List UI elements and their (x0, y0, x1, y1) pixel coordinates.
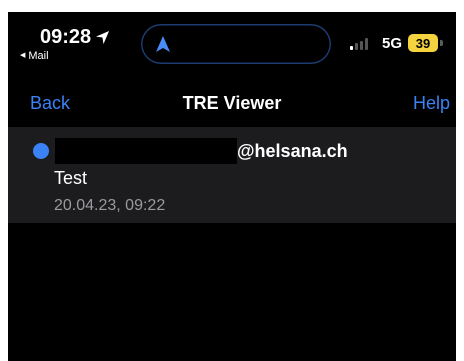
sender: @helsana.ch (55, 138, 348, 164)
message-subject: Test (54, 168, 88, 188)
signal-bars-icon (350, 38, 368, 50)
unread-dot-icon (33, 143, 49, 159)
back-triangle-icon: ◀ (20, 52, 26, 59)
message-list-item[interactable]: @helsana.ch Test 20.04.23, 09:22 (8, 127, 456, 223)
phone-screen: 09:28 ◀ Mail 5G 39 Back TRE Viewer Help … (8, 12, 456, 361)
sender-domain: @helsana.ch (237, 140, 348, 161)
back-to-app[interactable]: ◀ Mail (20, 49, 110, 63)
redacted-sender-name (55, 138, 237, 164)
message-datetime: 20.04.23, 09:22 (54, 197, 166, 214)
back-to-app-label: Mail (28, 50, 49, 62)
status-time: 09:28 (40, 26, 92, 48)
battery-icon: 39 (408, 34, 438, 52)
location-arrow-icon (96, 30, 110, 44)
status-time-row: 09:28 (40, 26, 110, 48)
time-block: 09:28 ◀ Mail (20, 26, 110, 63)
battery-cap (440, 40, 443, 46)
battery-level: 39 (415, 35, 431, 51)
nav-bar: Back TRE Viewer Help (8, 84, 456, 124)
network-type: 5G (382, 35, 403, 52)
status-bar: 09:28 ◀ Mail 5G 39 (8, 12, 456, 84)
dynamic-island[interactable] (141, 24, 331, 64)
page-title: TRE Viewer (182, 93, 282, 113)
help-button[interactable]: Help (413, 93, 450, 114)
navigation-arrow-icon (156, 36, 170, 52)
